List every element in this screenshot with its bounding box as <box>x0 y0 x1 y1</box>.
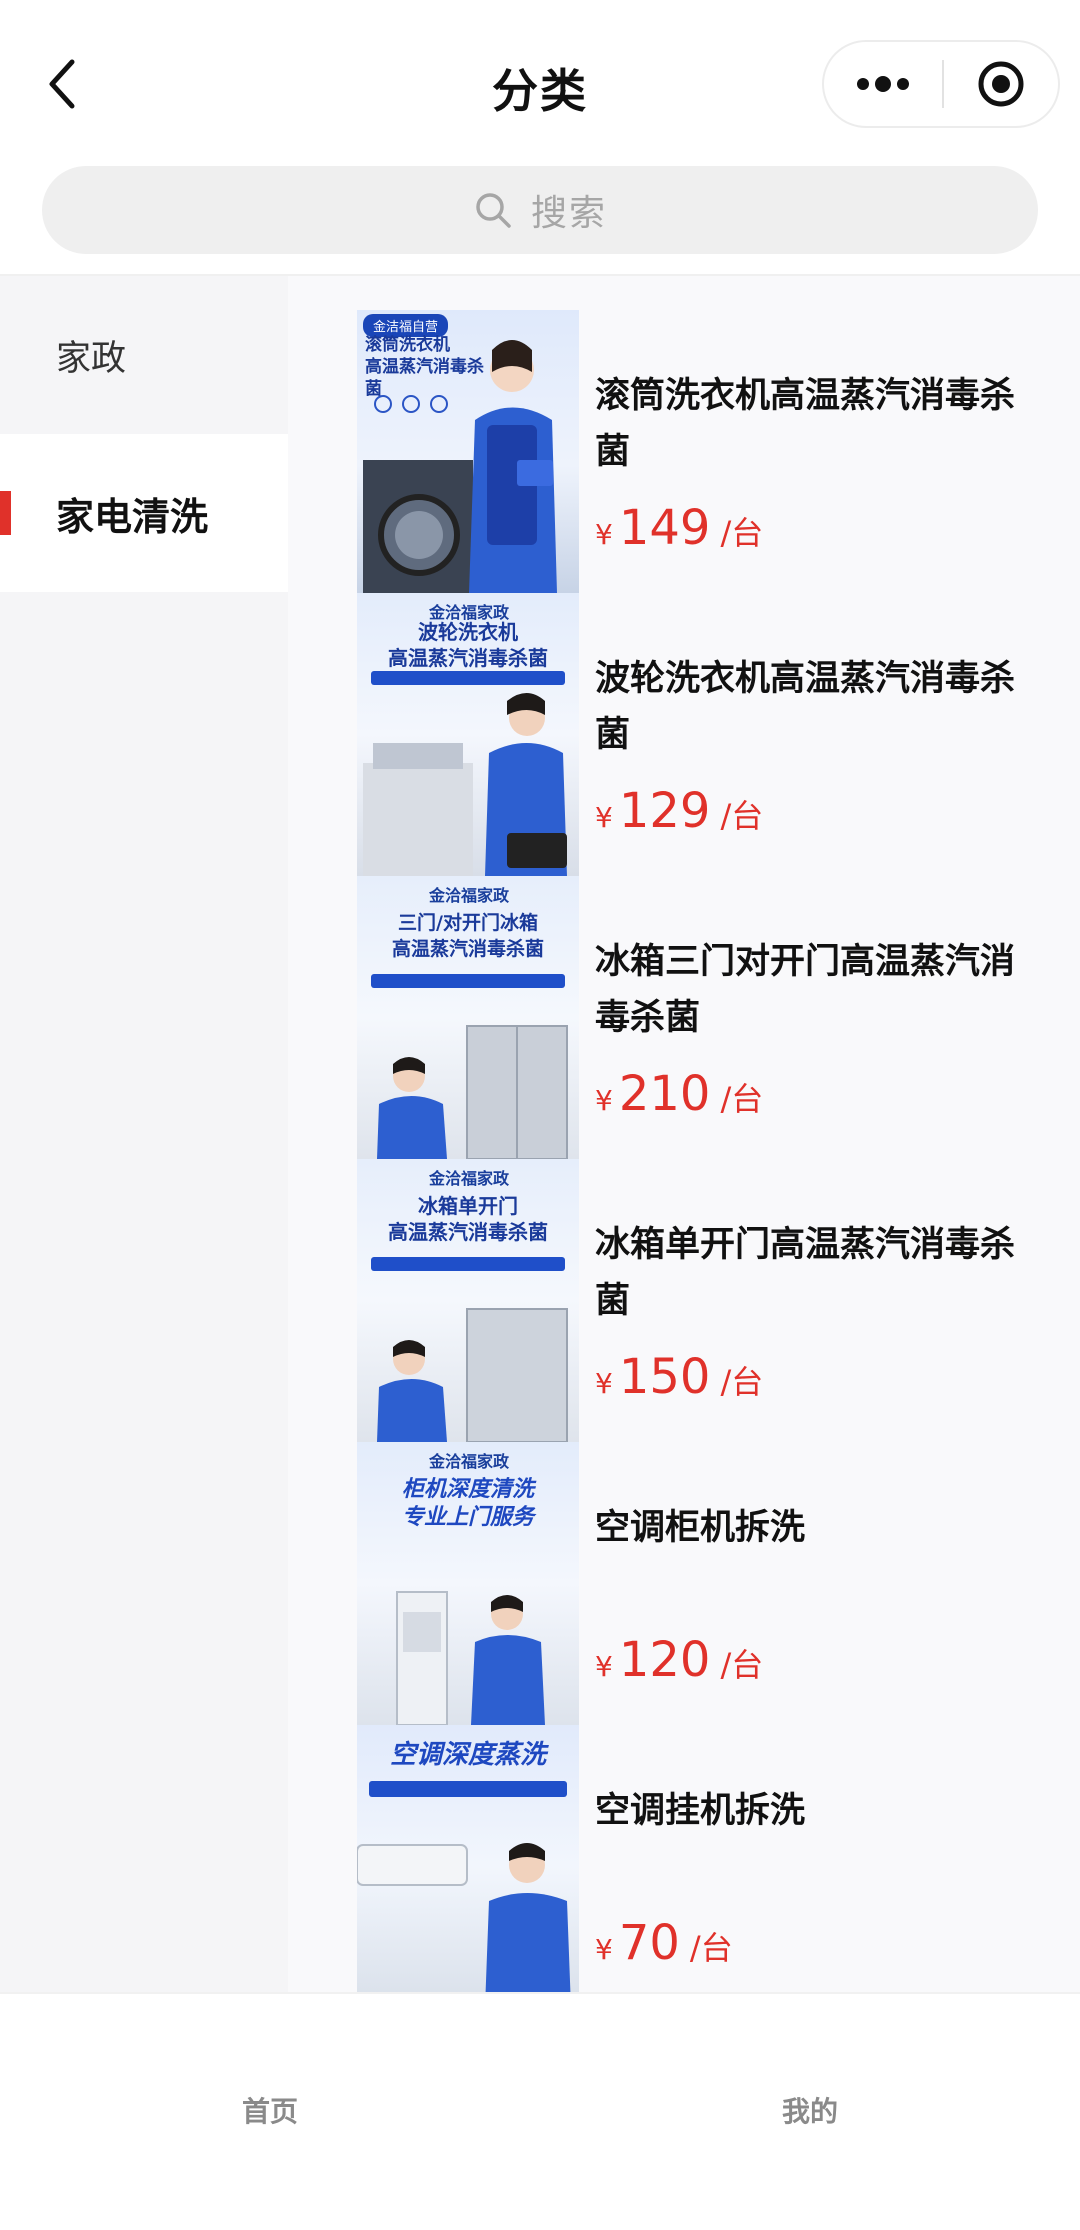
currency-symbol: ¥ <box>595 518 613 551</box>
nav-bar: 分类 <box>0 0 1080 160</box>
currency-symbol: ¥ <box>595 1650 613 1683</box>
product-info: 冰箱单开门高温蒸汽消毒杀菌 ¥ 150 /台 <box>579 1159 1077 1442</box>
product-card[interactable]: 金洁福自营 滚筒洗衣机 高温蒸汽消毒杀菌 滚筒洗衣机高温蒸汽消毒杀菌 ¥ 149 <box>357 310 1077 593</box>
record-target-icon <box>978 61 1024 107</box>
product-info: 空调柜机拆洗 ¥ 120 /台 <box>579 1442 1077 1725</box>
product-info: 波轮洗衣机高温蒸汽消毒杀菌 ¥ 129 /台 <box>579 593 1077 876</box>
search-placeholder: 搜索 <box>530 193 607 234</box>
product-thumbnail: 金洽福家政 三门/对开门冰箱 高温蒸汽消毒杀菌 <box>357 876 579 1159</box>
currency-symbol: ¥ <box>595 1084 613 1117</box>
product-name: 空调柜机拆洗 <box>595 1508 806 1548</box>
product-name: 冰箱三门对开门高温蒸汽消毒杀菌 <box>595 942 1016 1038</box>
ac-cabinet-illustration <box>396 1591 545 1725</box>
price-value: 210 <box>618 1066 711 1122</box>
price-value: 120 <box>618 1632 711 1688</box>
product-name: 波轮洗衣机高温蒸汽消毒杀菌 <box>595 659 1016 755</box>
product-card[interactable]: 金洽福家政 波轮洗衣机 高温蒸汽消毒杀菌 波轮洗衣机高温蒸汽消毒杀菌 ¥ 129… <box>357 593 1077 876</box>
product-thumbnail: 金洁福自营 滚筒洗衣机 高温蒸汽消毒杀菌 <box>357 310 579 593</box>
product-name: 空调挂机拆洗 <box>595 1791 806 1831</box>
sidebar-item-housekeeping[interactable]: 家政 <box>0 276 288 434</box>
price-unit: /台 <box>720 1646 764 1684</box>
product-price: ¥ 70 /台 <box>595 1915 733 1971</box>
product-thumbnail: 金洽福家政 冰箱单开门 高温蒸汽消毒杀菌 <box>357 1159 579 1442</box>
currency-symbol: ¥ <box>595 801 613 834</box>
product-info: 空调挂机拆洗 ¥ 70 /台 <box>579 1725 1077 1992</box>
price-unit: /台 <box>689 1929 733 1967</box>
fridge-double-illustration <box>371 974 568 1159</box>
price-unit: /台 <box>720 1080 764 1118</box>
product-card[interactable]: 空调深度蒸洗 空调挂机拆洗 ¥ 70 /台 <box>357 1725 1077 1992</box>
product-list: 金洁福自营 滚筒洗衣机 高温蒸汽消毒杀菌 滚筒洗衣机高温蒸汽消毒杀菌 ¥ 149 <box>288 276 1080 1992</box>
more-button[interactable] <box>824 42 942 126</box>
price-value: 129 <box>618 783 711 839</box>
product-price: ¥ 150 /台 <box>595 1349 763 1405</box>
product-price: ¥ 120 /台 <box>595 1632 763 1688</box>
price-unit: /台 <box>720 797 764 835</box>
ac-wall-illustration <box>357 1781 571 1992</box>
product-card[interactable]: 金洽福家政 三门/对开门冰箱 高温蒸汽消毒杀菌 冰箱三门对开门高温蒸汽消毒杀菌 … <box>357 876 1077 1159</box>
sidebar-item-label: 家政 <box>56 338 127 379</box>
mini-program-capsule <box>822 40 1060 128</box>
category-sidebar: 家政 家电清洗 <box>0 276 288 1992</box>
washer-illustration <box>363 340 557 593</box>
price-value: 70 <box>618 1915 680 1971</box>
product-info: 滚筒洗衣机高温蒸汽消毒杀菌 ¥ 149 /台 <box>579 310 1077 593</box>
close-mini-program-button[interactable] <box>944 42 1058 126</box>
product-thumbnail: 金洽福家政 柜机深度清洗 专业上门服务 <box>357 1442 579 1725</box>
product-info: 冰箱三门对开门高温蒸汽消毒杀菌 ¥ 210 /台 <box>579 876 1077 1159</box>
product-thumbnail: 空调深度蒸洗 <box>357 1725 579 1992</box>
sidebar-item-appliance-cleaning[interactable]: 家电清洗 <box>0 434 288 592</box>
tab-mine[interactable]: 我的 <box>710 2090 910 2130</box>
currency-symbol: ¥ <box>595 1933 613 1966</box>
washer-top-illustration <box>363 671 567 876</box>
more-dots-icon <box>857 76 909 92</box>
price-value: 149 <box>618 500 711 556</box>
sidebar-item-label: 家电清洗 <box>56 494 209 539</box>
currency-symbol: ¥ <box>595 1367 613 1400</box>
product-card[interactable]: 金洽福家政 柜机深度清洗 专业上门服务 空调柜机拆洗 ¥ 120 /台 <box>357 1442 1077 1725</box>
product-card[interactable]: 金洽福家政 冰箱单开门 高温蒸汽消毒杀菌 冰箱单开门高温蒸汽消毒杀菌 ¥ 150… <box>357 1159 1077 1442</box>
bottom-tab-bar: 首页 我的 <box>0 1992 1080 2230</box>
product-price: ¥ 149 /台 <box>595 500 763 556</box>
product-name: 冰箱单开门高温蒸汽消毒杀菌 <box>595 1225 1016 1321</box>
active-indicator <box>0 491 11 535</box>
search-icon <box>476 193 511 228</box>
product-price: ¥ 210 /台 <box>595 1066 763 1122</box>
product-price: ¥ 129 /台 <box>595 783 763 839</box>
product-thumbnail: 金洽福家政 波轮洗衣机 高温蒸汽消毒杀菌 <box>357 593 579 876</box>
fridge-single-illustration <box>371 1257 568 1442</box>
tab-home[interactable]: 首页 <box>170 2090 370 2130</box>
search-bar[interactable]: 搜索 <box>42 166 1038 254</box>
price-unit: /台 <box>720 514 764 552</box>
product-name: 滚筒洗衣机高温蒸汽消毒杀菌 <box>595 376 1016 472</box>
price-value: 150 <box>618 1349 711 1405</box>
price-unit: /台 <box>720 1363 764 1401</box>
